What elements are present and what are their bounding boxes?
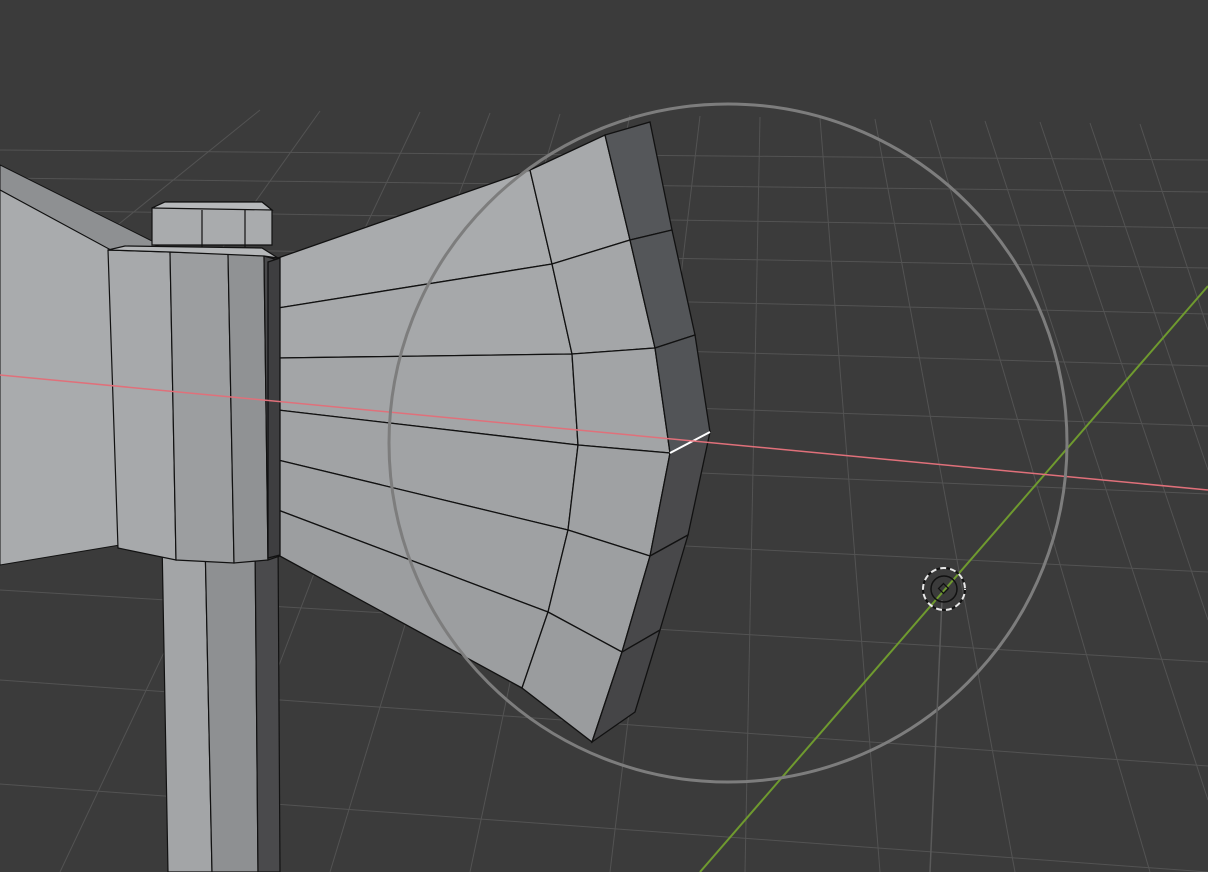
axe-socket bbox=[107, 201, 281, 564]
3d-cursor-icon[interactable] bbox=[922, 567, 966, 872]
axe-handle bbox=[161, 539, 281, 872]
y-axis-line bbox=[699, 285, 1208, 872]
3d-viewport[interactable] bbox=[0, 0, 1208, 872]
viewport-canvas[interactable] bbox=[0, 0, 1208, 872]
